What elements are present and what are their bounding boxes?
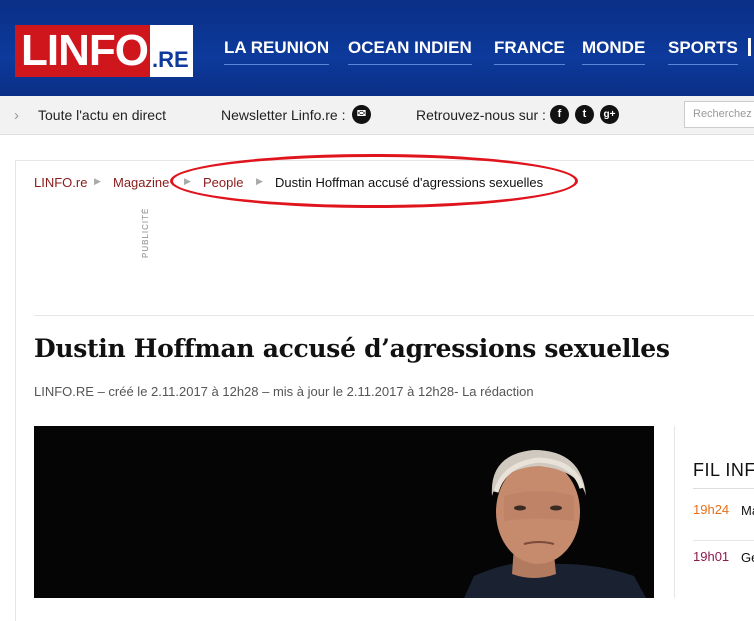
nav-ocean-indien[interactable]: OCEAN INDIEN [348,38,472,65]
nav-sports[interactable]: SPORTS [668,38,738,65]
fil-item-time: 19h24 [693,502,730,517]
article-title: Dustin Hoffman accusé d’agressions sexue… [34,334,670,363]
fil-item-time: 19h01 [693,549,730,564]
logo-suffix-text: .RE [149,25,193,77]
portrait-illustration [34,426,654,598]
breadcrumb-magazine[interactable]: Magazine [113,175,169,190]
chevron-right-icon: › [14,107,19,124]
ad-label: PUBLICITÉ [141,207,150,258]
fil-item-separator [693,540,754,541]
article-photo[interactable] [34,426,654,598]
fil-item-text[interactable]: Ma so [741,502,754,520]
facebook-icon[interactable]: f [550,105,569,124]
sub-bar: › Toute l'actu en direct Newsletter Linf… [0,96,754,135]
mail-icon[interactable]: ✉ [352,105,371,124]
site-logo[interactable]: LINFO .RE [15,25,193,77]
highlight-oval-annotation [170,154,578,208]
breadcrumb-arrow-icon: ▶ [94,176,101,186]
nav-more-edge [748,38,751,56]
site-header: LINFO .RE LA REUNION OCEAN INDIEN FRANCE… [0,0,754,96]
column-divider [674,426,675,598]
nav-la-reunion[interactable]: LA REUNION [224,38,330,65]
live-news-link[interactable]: Toute l'actu en direct [38,107,166,123]
fil-info-title: FIL INFO [693,460,754,480]
search-input[interactable]: Recherchez [684,101,754,128]
fil-info-rule [693,488,754,489]
divider [34,315,754,316]
follow-label: Retrouvez-nous sur : [416,107,546,123]
breadcrumb-home[interactable]: LINFO.re [34,175,87,190]
google-plus-icon[interactable]: g+ [600,105,619,124]
nav-monde[interactable]: MONDE [582,38,646,65]
nav-france[interactable]: FRANCE [494,38,565,65]
article-meta: LINFO.RE – créé le 2.11.2017 à 12h28 – m… [34,384,534,399]
logo-main-text: LINFO [15,25,150,77]
newsletter-label: Newsletter Linfo.re : [221,107,346,123]
twitter-icon[interactable]: t [575,105,594,124]
fil-item-text[interactable]: Ge no [741,549,754,567]
